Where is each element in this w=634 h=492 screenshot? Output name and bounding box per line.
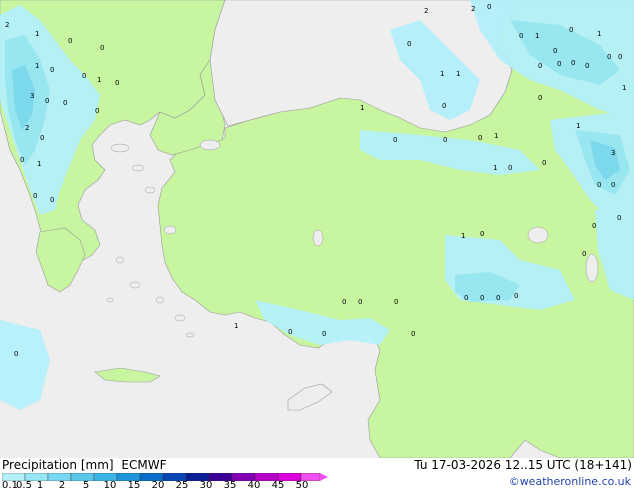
precip-value-label: 1 (37, 160, 41, 168)
precip-value-label: 0 (442, 102, 446, 110)
product-title: Precipitation [mm] ECMWF (2, 458, 166, 472)
precip-value-label: 0 (464, 294, 468, 302)
scale-label: 50 (295, 480, 309, 491)
precip-value-label: 1 (576, 122, 580, 130)
scale-label: 40 (247, 480, 261, 491)
precip-value-label: 1 (35, 30, 39, 38)
precip-value-label: 1 (461, 232, 465, 240)
precip-value-label: 0 (617, 214, 621, 222)
precip-value-label: 1 (234, 322, 238, 330)
precip-value-label: 0 (63, 99, 67, 107)
precip-value-label: 1 (622, 84, 626, 92)
precip-value-label: 0 (611, 181, 615, 189)
precip-value-label: 1 (97, 76, 101, 84)
precip-value-label: 0 (508, 164, 512, 172)
scale-label: 0.5 (16, 480, 32, 491)
scale-label: 1 (36, 480, 44, 491)
precip-value-label: 0 (411, 330, 415, 338)
credit-text: ©weatheronline.co.uk (508, 475, 631, 488)
precip-value-label: 0 (68, 37, 72, 45)
precip-value-label: 0 (14, 350, 18, 358)
precip-value-label: 2 (5, 21, 9, 29)
scale-label: 45 (271, 480, 285, 491)
precip-value-label: 0 (597, 181, 601, 189)
precip-value-label: 1 (535, 32, 539, 40)
precip-value-label: 2 (471, 5, 475, 13)
precip-value-label: 0 (514, 292, 518, 300)
precip-value-label: 0 (40, 134, 44, 142)
precip-value-label: 0 (50, 66, 54, 74)
precip-value-label: 2 (25, 124, 29, 132)
precip-value-label: 0 (322, 330, 326, 338)
product-label: Precipitation [mm] (2, 458, 114, 472)
precip-value-label: 0 (358, 298, 362, 306)
precip-value-label: 0 (20, 156, 24, 164)
precip-value-label: 0 (45, 97, 49, 105)
precipitation-map: 2 1 0 0 1 0 0 1 0 3 0 0 0 2 0 0 1 0 0 2 2 0 0 1 1 0 0 1 0 1 0 0 0 0 0 0 0 0 1 1… (0, 0, 634, 458)
scale-label: 10 (103, 480, 117, 491)
precip-value-label: 0 (582, 250, 586, 258)
scale-label: 35 (223, 480, 237, 491)
precip-value-label: 0 (571, 59, 575, 67)
precip-value-label: 0 (618, 53, 622, 61)
precip-value-label: 0 (115, 79, 119, 87)
color-scale-labels: 0.1 0.5 1 2 5 10 15 20 25 30 35 40 45 50 (0, 480, 340, 492)
precip-value-label: 1 (597, 30, 601, 38)
precip-value-label: 0 (592, 222, 596, 230)
scale-label: 30 (199, 480, 213, 491)
precip-value-label: 0 (95, 107, 99, 115)
precip-value-label: 0 (100, 44, 104, 52)
precip-value-label: 1 (493, 164, 497, 172)
precip-value-label: 0 (585, 62, 589, 70)
scale-label: 5 (82, 480, 90, 491)
precip-value-label: 0 (50, 196, 54, 204)
scale-label: 2 (58, 480, 66, 491)
precip-value-label: 0 (519, 32, 523, 40)
precip-value-label: 1 (360, 104, 364, 112)
scale-label: 20 (151, 480, 165, 491)
precip-value-label: 0 (480, 230, 484, 238)
precip-value-label: 0 (288, 328, 292, 336)
precip-value-label: 0 (569, 26, 573, 34)
precip-value-label: 0 (607, 53, 611, 61)
precip-value-label: 0 (33, 192, 37, 200)
precip-value-label: 0 (478, 134, 482, 142)
precip-value-label: 2 (424, 7, 428, 15)
precip-value-label: 0 (342, 298, 346, 306)
footer: Precipitation [mm] ECMWF Tu 17-03-2026 1… (0, 458, 634, 492)
precip-value-label: 0 (553, 47, 557, 55)
precip-value-label: 1 (440, 70, 444, 78)
precip-value-label: 0 (487, 3, 491, 11)
precip-value-label: 0 (394, 298, 398, 306)
precip-value-label: 0 (557, 60, 561, 68)
precip-value-label: 1 (456, 70, 460, 78)
precip-value-label: 0 (538, 62, 542, 70)
precip-value-label: 3 (611, 149, 615, 157)
precip-value-label: 0 (542, 159, 546, 167)
precip-value-label: 0 (443, 136, 447, 144)
precip-value-label: 0 (480, 294, 484, 302)
model-label: ECMWF (121, 458, 167, 472)
scale-label: 25 (175, 480, 189, 491)
precip-value-label: 1 (35, 62, 39, 70)
precip-value-label: 0 (538, 94, 542, 102)
forecast-datetime: Tu 17-03-2026 12..15 UTC (18+141) (414, 458, 632, 472)
precip-value-label: 0 (82, 72, 86, 80)
precip-value-label: 3 (30, 92, 34, 100)
precip-value-label: 1 (494, 132, 498, 140)
precip-value-label: 0 (393, 136, 397, 144)
scale-label: 15 (127, 480, 141, 491)
precip-value-label: 0 (496, 294, 500, 302)
precip-value-label: 0 (407, 40, 411, 48)
